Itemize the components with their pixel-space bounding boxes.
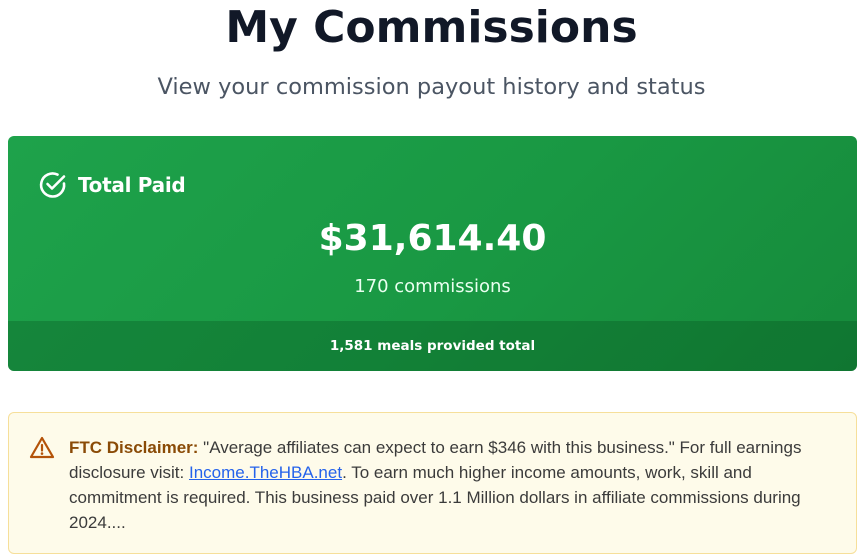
warning-icon [29, 435, 55, 461]
check-circle-icon [38, 170, 68, 200]
page-title: My Commissions [225, 2, 638, 53]
commission-count: 170 commissions [354, 276, 511, 297]
disclaimer-text: FTC Disclaimer: "Average affiliates can … [69, 435, 839, 535]
page-subtitle: View your commission payout history and … [157, 74, 706, 100]
meals-provided-footer: 1,581 meals provided total [8, 321, 857, 371]
disclaimer-label: FTC Disclaimer: [69, 438, 199, 457]
total-paid-card: Total Paid $31,614.40 170 commissions 1,… [8, 136, 857, 371]
ftc-disclaimer: FTC Disclaimer: "Average affiliates can … [8, 412, 857, 554]
income-disclosure-link[interactable]: Income.TheHBA.net [189, 463, 342, 482]
total-paid-amount: $31,614.40 [318, 218, 547, 259]
card-header: Total Paid [38, 170, 186, 200]
total-paid-label: Total Paid [78, 173, 186, 197]
